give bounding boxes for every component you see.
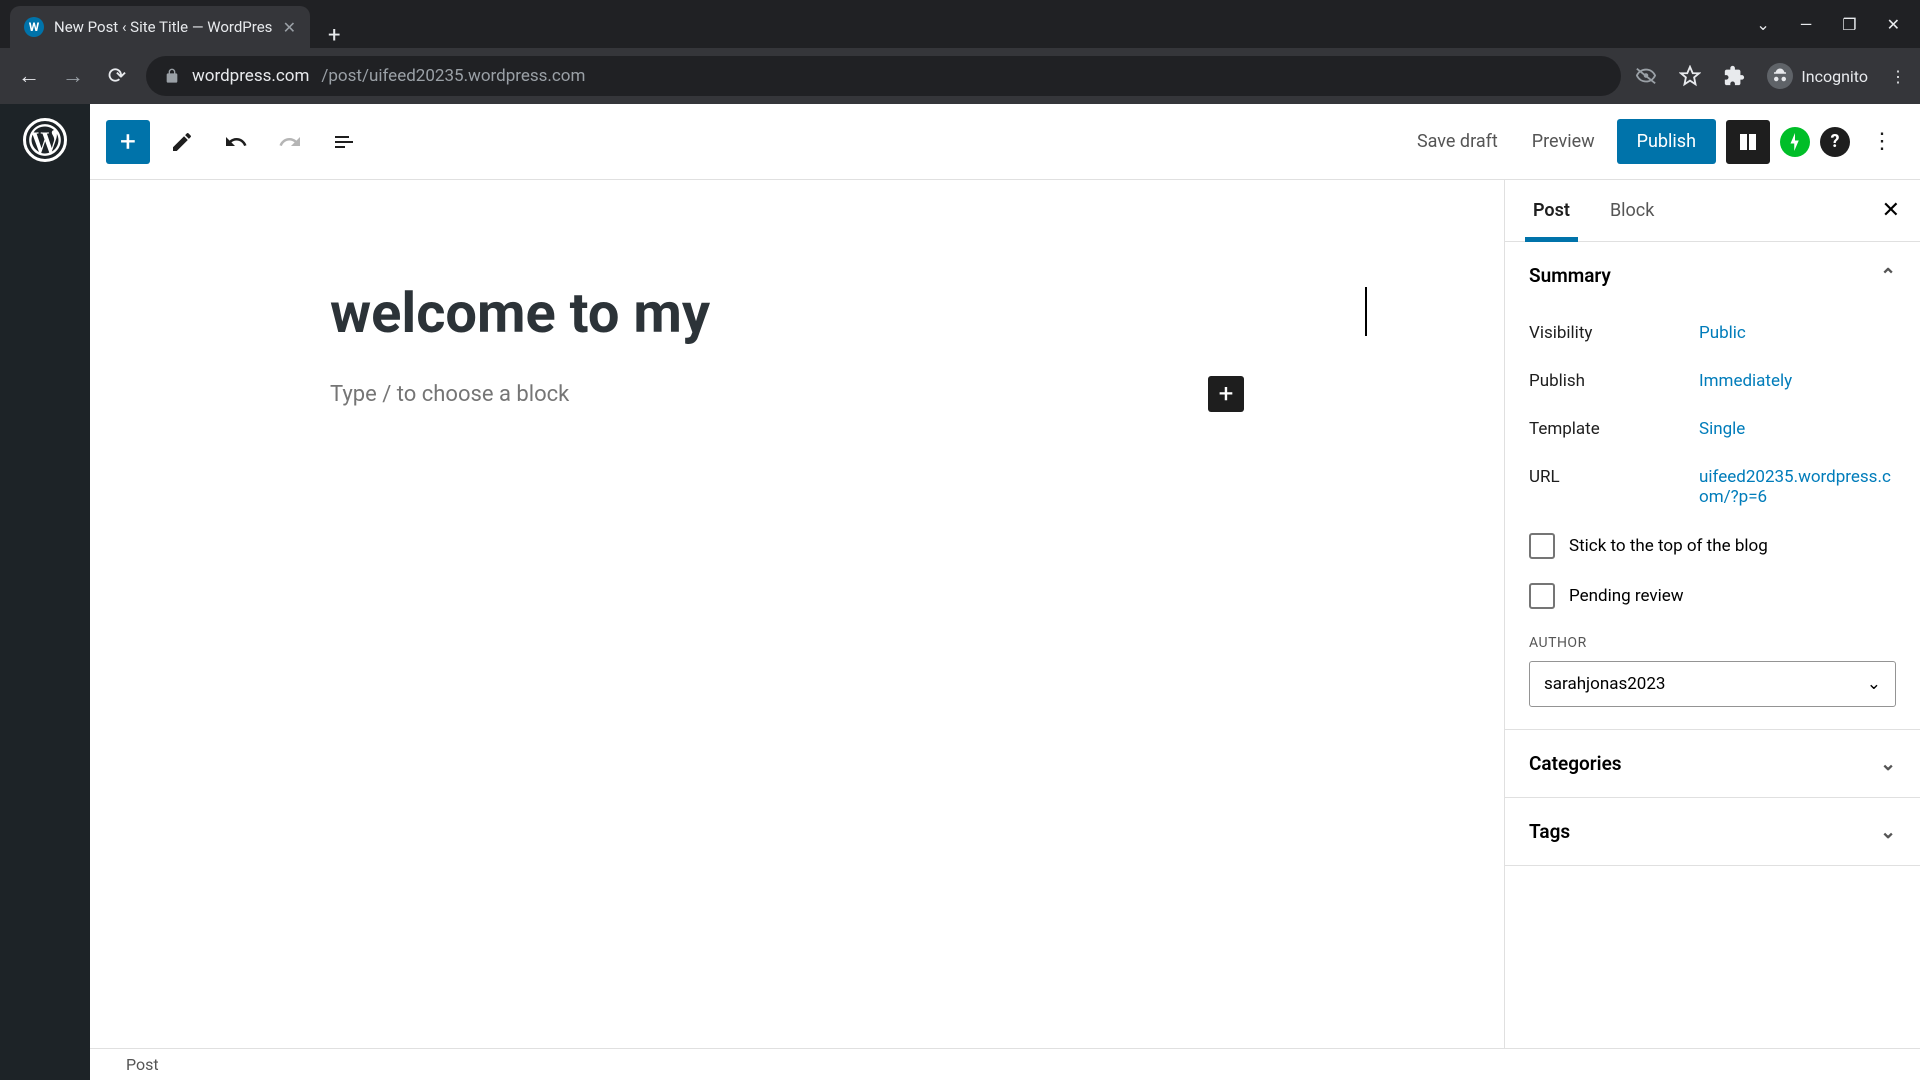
template-label: Template bbox=[1529, 419, 1699, 439]
maximize-icon[interactable]: ❐ bbox=[1842, 15, 1856, 34]
tags-panel: Tags ⌄ bbox=[1505, 798, 1920, 866]
categories-header[interactable]: Categories ⌄ bbox=[1505, 730, 1920, 797]
categories-panel: Categories ⌄ bbox=[1505, 730, 1920, 798]
wp-main-area: + Save draft Preview Publish ? bbox=[90, 104, 1920, 1080]
post-title-text: welcome to my bbox=[330, 280, 710, 346]
browser-extensions: Incognito ⋮ bbox=[1635, 63, 1906, 89]
author-select[interactable]: sarahjonas2023 ⌄ bbox=[1529, 661, 1896, 707]
back-icon[interactable]: ← bbox=[14, 63, 44, 89]
stick-checkbox-row[interactable]: Stick to the top of the blog bbox=[1529, 521, 1896, 571]
jetpack-icon[interactable] bbox=[1780, 127, 1810, 157]
stick-checkbox[interactable] bbox=[1529, 533, 1555, 559]
eye-off-icon[interactable] bbox=[1635, 65, 1657, 87]
add-block-button[interactable]: + bbox=[106, 120, 150, 164]
url-path: /post/uifeed20235.wordpress.com bbox=[321, 66, 585, 86]
chevron-up-icon: ⌃ bbox=[1880, 264, 1896, 287]
status-bar: Post bbox=[90, 1048, 1920, 1080]
status-mode: Post bbox=[126, 1055, 159, 1074]
window-controls: ⌄ — ❐ ✕ bbox=[1756, 0, 1920, 48]
text-cursor bbox=[1365, 287, 1367, 337]
extensions-icon[interactable] bbox=[1723, 65, 1745, 87]
close-tab-icon[interactable]: ✕ bbox=[283, 18, 296, 37]
browser-menu-icon[interactable]: ⋮ bbox=[1890, 67, 1906, 86]
author-value: sarahjonas2023 bbox=[1544, 674, 1665, 694]
reload-icon[interactable]: ⟳ bbox=[102, 64, 132, 89]
settings-sidebar: Post Block ✕ Summary ⌃ Visibility Public bbox=[1504, 180, 1920, 1048]
editor-canvas[interactable]: welcome to my Type / to choose a block + bbox=[90, 180, 1504, 1048]
block-placeholder[interactable]: Type / to choose a block + bbox=[330, 376, 1364, 412]
url-value[interactable]: uifeed20235.wordpress.com/?p=6 bbox=[1699, 467, 1896, 507]
summary-heading: Summary bbox=[1529, 264, 1611, 287]
pending-checkbox-row[interactable]: Pending review bbox=[1529, 571, 1896, 621]
chevron-down-icon: ⌄ bbox=[1880, 820, 1896, 843]
visibility-label: Visibility bbox=[1529, 323, 1699, 343]
preview-button[interactable]: Preview bbox=[1520, 131, 1607, 152]
new-tab-button[interactable]: + bbox=[310, 23, 358, 48]
forward-icon: → bbox=[58, 63, 88, 89]
visibility-row: Visibility Public bbox=[1529, 309, 1896, 357]
browser-tab-strip: W New Post ‹ Site Title — WordPres ✕ + ⌄… bbox=[0, 0, 1920, 48]
stick-label: Stick to the top of the blog bbox=[1569, 536, 1768, 556]
tab-search-icon[interactable]: ⌄ bbox=[1756, 15, 1769, 34]
editor-top-toolbar: + Save draft Preview Publish ? bbox=[90, 104, 1920, 180]
summary-panel: Summary ⌃ Visibility Public Publish Imme… bbox=[1505, 242, 1920, 730]
publish-button[interactable]: Publish bbox=[1617, 119, 1716, 164]
tags-header[interactable]: Tags ⌄ bbox=[1505, 798, 1920, 865]
publish-label: Publish bbox=[1529, 371, 1699, 391]
pending-checkbox[interactable] bbox=[1529, 583, 1555, 609]
publish-row: Publish Immediately bbox=[1529, 357, 1896, 405]
url-row: URL uifeed20235.wordpress.com/?p=6 bbox=[1529, 453, 1896, 521]
tab-block[interactable]: Block bbox=[1590, 180, 1674, 241]
url-label: URL bbox=[1529, 467, 1699, 507]
undo-icon[interactable] bbox=[214, 120, 258, 164]
save-draft-button[interactable]: Save draft bbox=[1405, 131, 1510, 152]
post-title-input[interactable]: welcome to my bbox=[330, 280, 1364, 346]
summary-content: Visibility Public Publish Immediately Te… bbox=[1505, 309, 1920, 729]
wordpress-logo-icon[interactable] bbox=[23, 118, 67, 162]
url-input[interactable]: wordpress.com/post/uifeed20235.wordpress… bbox=[146, 56, 1621, 96]
chevron-down-icon: ⌄ bbox=[1867, 674, 1881, 694]
lock-icon bbox=[164, 68, 180, 84]
close-window-icon[interactable]: ✕ bbox=[1887, 15, 1900, 34]
browser-tab[interactable]: W New Post ‹ Site Title — WordPres ✕ bbox=[10, 6, 310, 48]
minimize-icon[interactable]: — bbox=[1800, 15, 1813, 34]
sidebar-tabs: Post Block ✕ bbox=[1505, 180, 1920, 242]
template-row: Template Single bbox=[1529, 405, 1896, 453]
document-overview-icon[interactable] bbox=[322, 120, 366, 164]
incognito-indicator[interactable]: Incognito bbox=[1767, 63, 1868, 89]
browser-address-bar: ← → ⟳ wordpress.com/post/uifeed20235.wor… bbox=[0, 48, 1920, 104]
visibility-value[interactable]: Public bbox=[1699, 323, 1896, 343]
help-icon[interactable]: ? bbox=[1820, 127, 1850, 157]
incognito-icon bbox=[1767, 63, 1793, 89]
categories-heading: Categories bbox=[1529, 752, 1622, 775]
template-value[interactable]: Single bbox=[1699, 419, 1896, 439]
tab-title: New Post ‹ Site Title — WordPres bbox=[54, 18, 272, 36]
incognito-label: Incognito bbox=[1801, 67, 1868, 86]
tab-post[interactable]: Post bbox=[1513, 180, 1590, 241]
star-icon[interactable] bbox=[1679, 65, 1701, 87]
editor-body: welcome to my Type / to choose a block +… bbox=[90, 180, 1920, 1048]
publish-value[interactable]: Immediately bbox=[1699, 371, 1896, 391]
summary-header[interactable]: Summary ⌃ bbox=[1505, 242, 1920, 309]
inline-add-block-button[interactable]: + bbox=[1208, 376, 1244, 412]
wordpress-favicon-icon: W bbox=[24, 17, 44, 37]
url-host: wordpress.com bbox=[192, 66, 309, 86]
pending-label: Pending review bbox=[1569, 586, 1684, 606]
chevron-down-icon: ⌄ bbox=[1880, 752, 1896, 775]
author-heading: AUTHOR bbox=[1529, 635, 1896, 651]
settings-sidebar-toggle[interactable] bbox=[1726, 120, 1770, 164]
more-options-icon[interactable]: ⋮ bbox=[1860, 120, 1904, 164]
close-sidebar-icon[interactable]: ✕ bbox=[1870, 198, 1912, 223]
wordpress-editor: + Save draft Preview Publish ? bbox=[0, 104, 1920, 1080]
redo-icon bbox=[268, 120, 312, 164]
wp-admin-bar[interactable] bbox=[0, 104, 90, 1080]
block-placeholder-text: Type / to choose a block bbox=[330, 382, 569, 407]
edit-tool-icon[interactable] bbox=[160, 120, 204, 164]
tags-heading: Tags bbox=[1529, 820, 1570, 843]
